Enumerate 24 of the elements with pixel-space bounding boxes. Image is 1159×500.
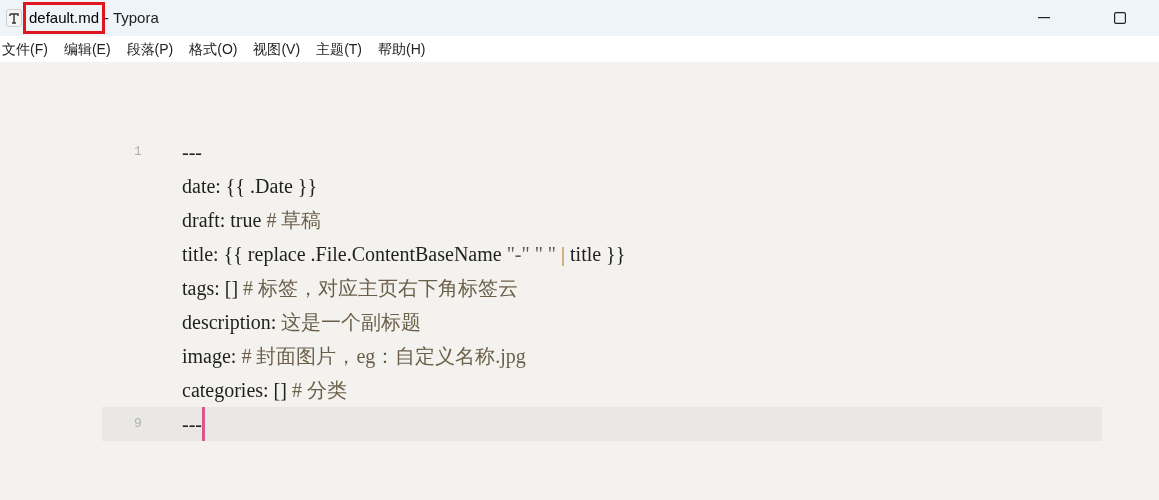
app-icon — [6, 9, 22, 27]
line-number: 9 — [134, 416, 142, 432]
minimize-icon — [1038, 17, 1050, 19]
menu-item[interactable]: 编辑(E) — [63, 38, 111, 60]
menu-item[interactable]: 段落(P) — [126, 38, 174, 60]
menu-item[interactable]: 视图(V) — [253, 38, 301, 60]
code-line: title: {{ replace .File.ContentBaseName "-" " " | title }} — [182, 242, 626, 268]
menu-item[interactable]: 主题(T) — [316, 38, 362, 60]
code-line: draft: true # 草稿 — [182, 208, 322, 233]
menu-item[interactable]: 文件(F) — [2, 38, 48, 60]
code-line: --- — [182, 140, 202, 165]
menu-item[interactable]: 格式(O) — [189, 38, 238, 60]
menu-item[interactable]: 帮助(H) — [378, 38, 426, 60]
file-name: default.md — [26, 4, 103, 32]
code-line: --- — [182, 412, 202, 437]
code-line: date: {{ .Date }} — [182, 174, 318, 199]
text-cursor — [202, 407, 205, 441]
maximize-icon — [1114, 12, 1126, 24]
code-line: description: 这是一个副标题 — [182, 310, 422, 336]
code-line: tags: [] # 标签，对应主页右下角标签云 — [182, 276, 519, 302]
code-line: image: # 封面图片，eg：自定义名称.jpg — [182, 344, 526, 370]
line-number: 1 — [134, 144, 142, 160]
app-name: - Typora — [104, 7, 159, 28]
code-line: categories: [] # 分类 — [182, 378, 347, 404]
